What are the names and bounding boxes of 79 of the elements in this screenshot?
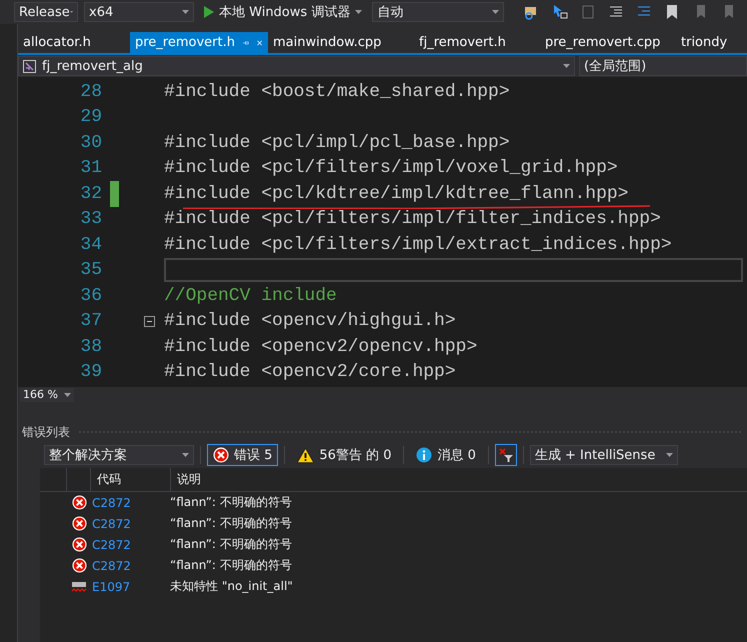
panel-title: 错误列表 [22,424,70,440]
close-icon[interactable] [256,38,262,48]
scope-dropdown[interactable]: fj_removert_alg [18,56,575,76]
code-line: #include <pcl/kdtree/impl/kdtree_flann.hpp> [164,184,628,204]
pin-icon[interactable] [243,38,249,46]
code-line: #include <pcl/filters/impl/voxel_grid.hpp> [164,158,618,178]
file-tab[interactable]: pre_removert.cpp [540,32,676,53]
namespace-icon [23,60,36,72]
filter-toggle-button[interactable] [494,444,517,466]
line-number: 31 [79,158,102,178]
source-dropdown[interactable]: 生成 + IntelliSense [530,445,678,465]
code-line: #include <opencv2/opencv.hpp> [164,336,478,357]
code-line: #include <pcl/impl/pcl_base.hpp> [164,132,510,153]
caret-icon [563,64,570,68]
code-line: #include <pcl/filters/impl/extract_indices.hpp> [164,234,672,255]
global-scope-dropdown[interactable]: (全局范围) [579,56,747,76]
zoom-dropdown[interactable]: 166 % [20,388,74,402]
line-number: 38 [79,336,102,357]
error-icon [72,516,87,531]
line-number: 35 [79,260,102,280]
error-code-link[interactable]: C2872 [90,558,170,572]
play-icon [204,6,214,18]
solution-scope-dropdown[interactable]: 整个解决方案 [44,445,194,465]
collapse-icon[interactable] [144,316,154,327]
error-description: “flann”: 不明确的符号 [170,494,292,511]
line-number: 32 [79,184,102,204]
error-description: “flann”: 不明确的符号 [170,515,292,532]
file-tab[interactable]: fj_removert.h [414,32,540,53]
info-filter-button[interactable]: 消息 0 [410,444,482,466]
error-code-link[interactable]: C2872 [90,496,170,510]
column-header[interactable]: 说明 [170,468,747,491]
error-icon [213,447,229,463]
error-icon [72,537,87,552]
line-number: 28 [79,82,102,102]
mode-dropdown[interactable]: 自动 [372,2,504,22]
caret-icon [355,10,362,14]
code-line: #include <pcl/filters/impl/filter_indices.hpp> [164,209,661,230]
filter-icon [498,448,513,462]
error-icon [72,495,87,510]
file-tab[interactable]: mainwindow.cpp [268,32,414,53]
line-number: 39 [79,362,102,382]
caret-icon [70,10,73,14]
file-tab[interactable]: pre_removert.h [130,32,268,53]
caret-icon [182,10,189,14]
error-description: “flann”: 不明确的符号 [170,536,292,553]
configuration-dropdown[interactable]: Release [14,2,78,22]
caret-icon [492,10,500,14]
line-number: 34 [79,234,102,255]
line-number: 33 [79,209,102,230]
error-filter-button[interactable]: 错误 5 [207,444,278,466]
warning-icon [297,448,314,462]
document-icon[interactable] [580,4,596,20]
info-icon [416,447,432,463]
code-comment: //OpenCV include [164,286,337,306]
line-number: 36 [79,286,102,306]
cursor-icon[interactable] [552,4,568,20]
line-number: 30 [79,132,102,153]
error-description: 未知特性 "no_init_all" [170,578,293,595]
caret-icon [64,392,71,396]
error-code-link[interactable]: C2872 [90,538,170,552]
error-code-link[interactable]: C2872 [90,516,170,530]
file-tab[interactable]: allocator.h [18,32,130,53]
spelling-icon [71,580,87,592]
warning-filter-button[interactable]: 56警告 的 0 [291,444,398,466]
error-icon [72,558,87,573]
platform-dropdown[interactable]: x64 [84,2,194,22]
start-debugger-button[interactable]: 本地 Windows 调试器 [200,3,366,21]
line-number: 37 [79,311,102,332]
caret-icon [182,453,189,457]
line-number: 29 [79,107,102,128]
code-line: #include <opencv/highgui.h> [164,311,456,332]
code-line: #include <boost/make_shared.hpp> [164,82,510,102]
file-tab[interactable]: triondy [676,32,734,53]
scope-label: fj_removert_alg [42,58,143,74]
code-line: #include <opencv2/core.hpp> [164,362,456,382]
error-description: “flann”: 不明确的符号 [170,557,292,574]
column-header[interactable]: 代码 [90,468,170,491]
error-code-link[interactable]: E1097 [90,580,170,594]
caret-icon [666,453,673,457]
